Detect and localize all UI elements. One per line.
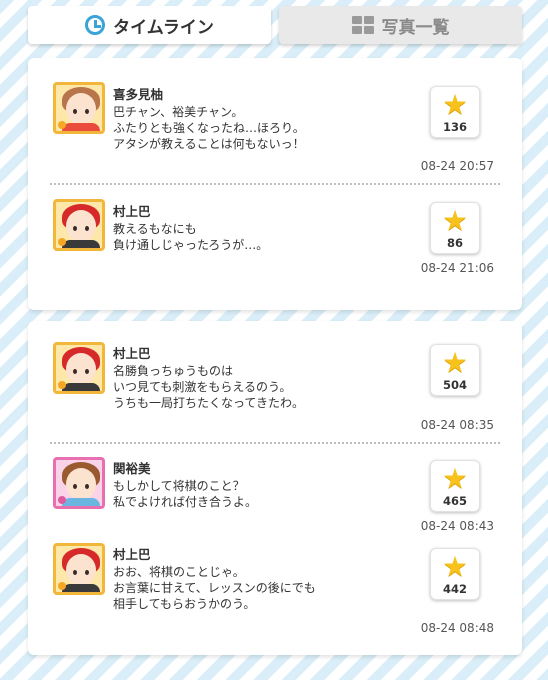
post-author: 喜多見柚 [113,87,164,102]
tab-photo-list-label: 写真一覧 [381,17,450,38]
post-timestamp: 08-24 08:43 [420,519,494,533]
post-timestamp: 08-24 20:57 [420,159,494,173]
star-icon: ★ [442,203,468,237]
like-count: 136 [442,119,467,134]
post-message: 巴チャン、裕美チャン。 ふたりとも強くなったね…ほろり。 アタシが教えることは何… [113,105,305,151]
clock-icon [85,15,106,35]
grid-icon [351,16,374,34]
divider [50,183,500,185]
avatar[interactable] [53,457,105,509]
post-author: 関裕美 [113,461,151,476]
post-message: 名勝負っちゅうものは いつ見ても刺激をもらえるのう。 うちも一局打ちたくなってき… [113,364,305,410]
tab-photo-list[interactable]: 写真一覧 [279,6,522,44]
post-timestamp: 08-24 21:06 [420,261,494,275]
avatar[interactable] [53,342,105,394]
post-timestamp: 08-24 08:35 [420,418,494,432]
star-icon: ★ [442,461,468,495]
post-timestamp: 08-24 08:48 [420,621,494,635]
post-message: おお、将棋のことじゃ。 お言葉に甘えて、レッスンの後にでも 相手してもらおうかの… [113,565,316,611]
like-count: 504 [442,377,467,392]
timeline-card: 村上巴 名勝負っちゅうものは いつ見ても刺激をもらえるのう。 うちも一局打ちたく… [28,321,522,655]
like-button[interactable]: ★ 465 [430,460,480,512]
post-author: 村上巴 [113,547,151,562]
like-button[interactable]: ★ 136 [430,86,480,138]
tab-bar: タイムライン 写真一覧 [28,6,522,44]
star-icon: ★ [442,87,468,121]
star-icon: ★ [442,549,468,583]
avatar[interactable] [53,543,105,595]
like-count: 442 [442,581,467,596]
avatar[interactable] [53,199,105,251]
like-button[interactable]: ★ 86 [430,202,480,254]
like-count: 465 [442,493,467,508]
divider [50,442,500,444]
star-icon: ★ [442,345,468,379]
post-message: もしかして将棋のこと？ 私でよければ付き合うよ。 [113,479,258,509]
timeline-card: 喜多見柚 巴チャン、裕美チャン。 ふたりとも強くなったね…ほろり。 アタシが教え… [28,58,522,310]
like-button[interactable]: ★ 504 [430,344,480,396]
like-button[interactable]: ★ 442 [430,548,480,600]
post-message: 教えるもなにも 負け通しじゃったろうが…。 [113,222,269,252]
avatar[interactable] [53,82,105,134]
tab-timeline[interactable]: タイムライン [28,6,271,44]
like-count: 86 [446,235,463,250]
post-author: 村上巴 [113,346,151,361]
post-author: 村上巴 [113,204,151,219]
tab-timeline-label: タイムライン [113,17,214,38]
